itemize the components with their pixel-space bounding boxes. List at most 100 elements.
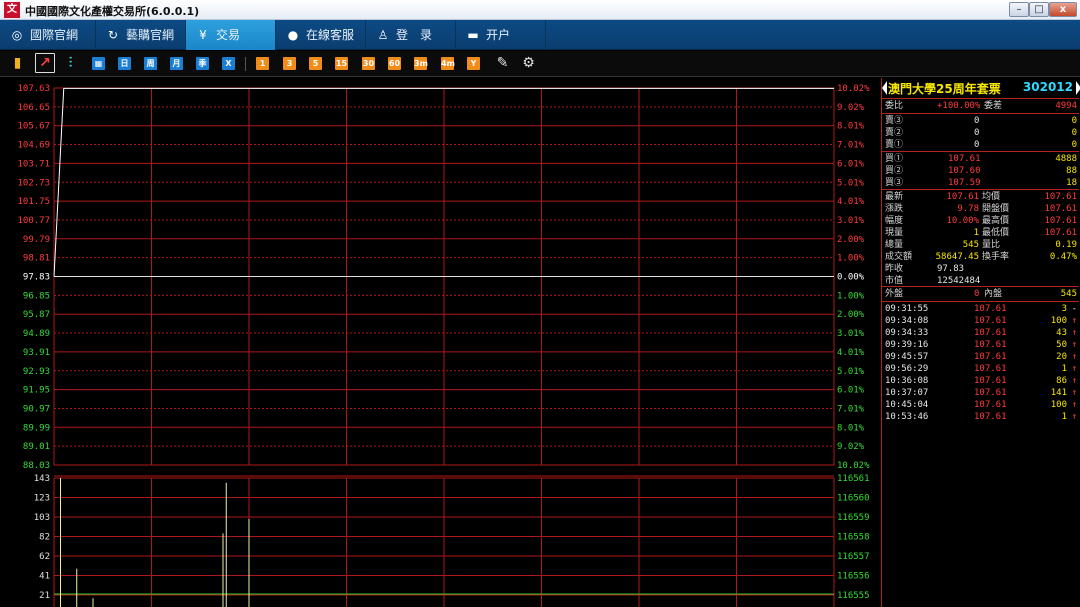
minute-60-button[interactable]: 60 xyxy=(388,57,401,70)
price-axis-label: 102.73 xyxy=(17,178,50,188)
price-axis-label: 89.99 xyxy=(23,423,50,433)
level-volume: 18 xyxy=(1066,178,1077,188)
tab-art-purchase-site[interactable]: ↻ 藝購官網 xyxy=(96,20,186,50)
volume-axis-label: 143 xyxy=(34,474,50,484)
divider xyxy=(882,98,1079,99)
product-code: 302012 xyxy=(1022,80,1073,94)
draw-tool-icon[interactable]: ✎ xyxy=(496,54,509,71)
price-axis-label: 100.77 xyxy=(17,216,50,226)
price-axis-label: 97.83 xyxy=(23,273,50,283)
period-week-button[interactable]: 周 xyxy=(144,57,157,70)
volume-axis-label: 123 xyxy=(34,494,50,504)
stat-value-2: 107.61 xyxy=(1044,216,1077,226)
minute-3m-button[interactable]: 3m xyxy=(414,57,428,70)
level-label: 賣① xyxy=(885,140,904,150)
period-quarter-button[interactable]: 季 xyxy=(196,57,209,70)
level-price: 0 xyxy=(974,116,980,126)
stat-label-2: 換手率 xyxy=(982,252,1010,262)
volume-axis-label: 103 xyxy=(34,513,50,523)
line-chart-icon[interactable]: ↗ xyxy=(35,53,55,73)
minute-15-button[interactable]: 15 xyxy=(335,57,348,70)
maximize-button[interactable]: □ xyxy=(1029,2,1049,17)
stat-row: 最新 107.61 均價 107.61 xyxy=(882,191,1079,203)
minute-3-button[interactable]: 3 xyxy=(283,57,296,70)
stat-label: 昨收 xyxy=(885,264,904,274)
tab-trade[interactable]: ¥ 交易 xyxy=(186,20,276,50)
price-axis-label: 91.95 xyxy=(23,386,50,396)
minimize-icon: – xyxy=(1016,4,1022,15)
percent-axis-label: 1.00% xyxy=(837,254,865,264)
price-axis-label: 94.89 xyxy=(23,329,50,339)
tick-direction-icon: - xyxy=(1071,304,1077,314)
volume-axis-label: 41 xyxy=(39,572,50,582)
quote-header: 澳門大學25周年套票 302012 xyxy=(882,78,1080,98)
tab-international-site[interactable]: ◎ 國際官網 xyxy=(0,20,96,50)
stat-value-2: 0.19 xyxy=(1055,240,1077,250)
calendar-icon[interactable]: ▦ xyxy=(92,57,105,70)
next-arrow-icon[interactable] xyxy=(1076,81,1080,95)
tick-time: 09:31:55 xyxy=(885,304,929,314)
level-price: 0 xyxy=(974,140,980,150)
price-axis-label: 88.03 xyxy=(23,461,50,471)
volume-right-axis-label: 116560 xyxy=(837,494,870,504)
stat-label: 漲跌 xyxy=(885,204,904,214)
period-day-button[interactable]: 日 xyxy=(118,57,131,70)
gear-icon[interactable]: ⚙ xyxy=(522,54,535,71)
outer-inner-row: 外盤 0 內盤 545 xyxy=(885,289,1077,299)
percent-axis-label: 8.01% xyxy=(837,122,865,132)
level-volume: 0 xyxy=(1071,128,1077,138)
tick-row: 09:31:55 107.61 3- xyxy=(882,303,1079,315)
bar-chart-icon[interactable]: ▮ xyxy=(11,54,24,71)
tick-time: 10:53:46 xyxy=(885,412,929,422)
minute-5-button[interactable]: 5 xyxy=(309,57,322,70)
tick-time: 09:34:08 xyxy=(885,316,929,326)
stat-label: 最新 xyxy=(885,192,904,202)
bid-level-row: 買③ 107.59 18 xyxy=(882,177,1079,189)
stat-value-2: 107.61 xyxy=(1044,192,1077,202)
stat-label-2: 最高價 xyxy=(982,216,1010,226)
ask-level-row: 賣③ 0 0 xyxy=(882,115,1079,127)
level-label: 賣③ xyxy=(885,116,904,126)
tick-direction-icon: ↑ xyxy=(1071,364,1077,374)
chart-canvas: 107.63 10.02% 106.65 9.02% 105.67 8.01% 104.69… xyxy=(17,84,870,607)
tab-login[interactable]: ♙ 登 录 xyxy=(366,20,456,50)
level-volume: 4888 xyxy=(1055,154,1077,164)
price-axis-label: 96.85 xyxy=(23,291,50,301)
minute-1-button[interactable]: 1 xyxy=(256,57,269,70)
price-axis-label: 95.87 xyxy=(23,310,50,320)
tab-open-account[interactable]: ▬ 开户 xyxy=(456,20,546,50)
period-x-button[interactable]: X xyxy=(222,57,235,70)
price-axis-label: 93.91 xyxy=(23,348,50,358)
year-button[interactable]: Y xyxy=(467,57,480,70)
price-axis-label: 90.97 xyxy=(23,404,50,414)
volume-right-axis-label: 116556 xyxy=(837,572,870,582)
order-ratio-row: 委比 +100.00% 委差 4994 xyxy=(885,101,1077,111)
percent-axis-label: 4.01% xyxy=(837,348,865,358)
trade-icon: ¥ xyxy=(199,28,207,42)
minimize-button[interactable]: – xyxy=(1009,2,1029,17)
minute-30-button[interactable]: 30 xyxy=(362,57,375,70)
tab-online-service[interactable]: ● 在線客服 xyxy=(276,20,366,50)
tick-volume: 141 xyxy=(1050,388,1067,398)
level-label: 買② xyxy=(885,166,904,176)
period-month-button[interactable]: 月 xyxy=(170,57,183,70)
level-label: 賣② xyxy=(885,128,904,138)
tick-time: 10:36:08 xyxy=(885,376,929,386)
bid-level-row: 買② 107.60 88 xyxy=(882,165,1079,177)
tick-direction-icon: ↑ xyxy=(1071,388,1077,398)
price-axis-label: 98.81 xyxy=(23,254,50,264)
tick-volume: 50 xyxy=(1056,340,1067,350)
prev-arrow-icon[interactable] xyxy=(882,81,887,95)
volume-axis-label: 21 xyxy=(39,591,50,601)
tick-volume: 3 xyxy=(1061,304,1067,314)
minute-4m-button[interactable]: 4m xyxy=(441,57,455,70)
percent-axis-label: 0.00% xyxy=(837,273,865,283)
price-axis-label: 101.75 xyxy=(17,197,50,207)
close-button[interactable]: x xyxy=(1049,2,1077,17)
stat-value: 107.61 xyxy=(946,192,979,202)
tick-price: 107.61 xyxy=(974,364,1007,374)
chart-toolbar: ▮ ↗ ⫶ ▦ 日 周 月 季 X 1 3 5 15 30 60 3m 4m Y… xyxy=(0,51,1080,77)
tick-price: 107.61 xyxy=(974,400,1007,410)
candlestick-icon[interactable]: ⫶ xyxy=(64,54,77,71)
stat-label: 成交額 xyxy=(885,252,913,262)
